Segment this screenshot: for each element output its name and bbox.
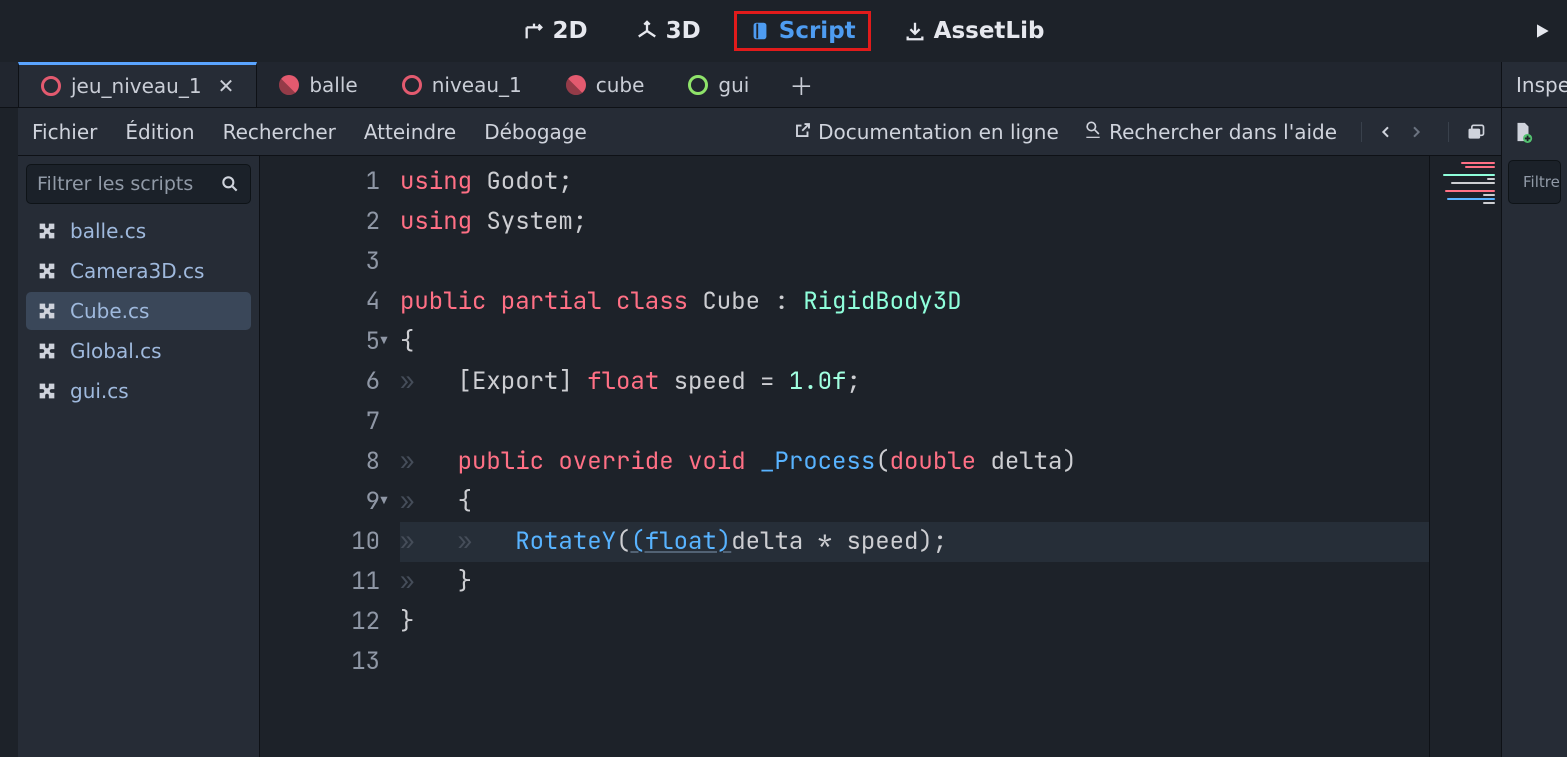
inspector-filter-placeholder: Filtre [1523, 173, 1560, 191]
workspace-assetlib-button[interactable]: AssetLib [889, 11, 1060, 51]
scene-tabstrip: jeu_niveau_1 ✕ balle niveau_1 cube gui ＋ [0, 62, 1567, 108]
inspector-tab[interactable]: Inspe [1502, 62, 1567, 108]
sphere-icon [566, 75, 586, 95]
menu-debug[interactable]: Débogage [484, 120, 587, 144]
scene-tab-label: jeu_niveau_1 [71, 74, 202, 98]
doc-search-icon [1083, 119, 1103, 139]
add-scene-tab-button[interactable]: ＋ [771, 62, 831, 107]
scene-tab-label: niveau_1 [432, 73, 522, 97]
sphere-icon [279, 75, 299, 95]
node-icon [41, 76, 61, 96]
script-list-item[interactable]: balle.cs [26, 212, 251, 250]
menu-goto[interactable]: Atteindre [364, 120, 456, 144]
window-layout-button[interactable] [1448, 122, 1487, 142]
workspace-2d-label: 2D [553, 18, 588, 44]
docs-online-button[interactable]: Documentation en ligne [794, 120, 1059, 144]
close-icon[interactable]: ✕ [218, 74, 235, 98]
arrow-right-angle-icon [523, 20, 545, 42]
script-filter-input[interactable]: Filtrer les scripts [26, 164, 251, 204]
script-filter-placeholder: Filtrer les scripts [37, 173, 193, 195]
workspace-bar: 2D 3D Script AssetLib [0, 0, 1567, 62]
code-line[interactable]: » » RotateY((float)delta * speed); [400, 522, 1429, 562]
csharp-script-icon [36, 340, 58, 362]
chevron-left-icon [1378, 122, 1394, 142]
script-list-item-label: gui.cs [70, 379, 129, 403]
script-list-item-label: balle.cs [70, 219, 146, 243]
code-line[interactable]: » } [400, 562, 1429, 602]
scene-tab-jeu-niveau-1[interactable]: jeu_niveau_1 ✕ [18, 62, 257, 107]
menu-search[interactable]: Rechercher [223, 120, 336, 144]
workspace-2d-button[interactable]: 2D [508, 11, 603, 51]
inspector-filter-input[interactable]: Filtre [1508, 160, 1561, 204]
play-button[interactable] [1523, 12, 1561, 50]
minimap[interactable] [1429, 156, 1501, 757]
script-list-item-label: Cube.cs [70, 299, 149, 323]
workspace-3d-label: 3D [666, 18, 701, 44]
code-line[interactable]: } [400, 602, 1429, 642]
file-plus-icon [1512, 119, 1534, 145]
code-line[interactable]: » [Export] float speed = 1.0f; [400, 362, 1429, 402]
script-list-item[interactable]: Global.cs [26, 332, 251, 370]
script-list-item-label: Camera3D.cs [70, 259, 204, 283]
csharp-script-icon [36, 380, 58, 402]
script-sidebar: Filtrer les scripts balle.cs Camera3D.cs C… [18, 156, 260, 757]
search-icon [220, 174, 240, 194]
script-list-item-label: Global.cs [70, 339, 162, 363]
history-forward-button[interactable] [1408, 122, 1424, 142]
code-line[interactable]: public partial class Cube : RigidBody3D [400, 282, 1429, 322]
scene-tab-cube[interactable]: cube [544, 62, 667, 107]
history-back-button[interactable] [1378, 122, 1394, 142]
search-help-label: Rechercher dans l'aide [1109, 120, 1337, 144]
play-icon [1532, 21, 1552, 41]
axes-3d-icon [636, 20, 658, 42]
download-icon [904, 20, 926, 42]
workspace-script-button[interactable]: Script [734, 11, 871, 51]
node-icon [688, 75, 708, 95]
script-menubar: Fichier Édition Rechercher Atteindre Déb… [18, 108, 1501, 156]
code-line[interactable]: » { [400, 482, 1429, 522]
code-line[interactable] [400, 402, 1429, 442]
code-editor[interactable]: 12345678910111213 ▾▾ using Godot;using S… [260, 156, 1501, 757]
scene-tab-balle[interactable]: balle [257, 62, 379, 107]
code-line[interactable]: » public override void _Process(double d… [400, 442, 1429, 482]
external-link-icon [794, 121, 812, 139]
code-line[interactable] [400, 242, 1429, 282]
script-list-item[interactable]: gui.cs [26, 372, 251, 410]
code-line[interactable]: using Godot; [400, 162, 1429, 202]
node-icon [402, 75, 422, 95]
menu-edit[interactable]: Édition [125, 120, 194, 144]
inspector-panel: Inspe Filtre [1501, 62, 1567, 757]
chevron-right-icon [1408, 122, 1424, 142]
scene-tab-label: gui [718, 73, 749, 97]
csharp-script-icon [36, 260, 58, 282]
workspace-script-label: Script [779, 18, 856, 44]
script-list-item[interactable]: Cube.cs [26, 292, 251, 330]
script-list-item[interactable]: Camera3D.cs [26, 252, 251, 290]
csharp-script-icon [36, 300, 58, 322]
new-resource-button[interactable] [1512, 119, 1534, 145]
code-line[interactable]: using System; [400, 202, 1429, 242]
stacked-windows-icon [1465, 122, 1487, 142]
menu-file[interactable]: Fichier [32, 120, 97, 144]
script-icon [749, 20, 771, 42]
scene-tab-label: cube [596, 73, 645, 97]
code-line[interactable] [400, 642, 1429, 682]
code-line[interactable]: { [400, 322, 1429, 362]
search-help-button[interactable]: Rechercher dans l'aide [1083, 119, 1337, 144]
scene-tab-label: balle [309, 73, 357, 97]
inspector-tab-label: Inspe [1516, 73, 1567, 97]
fold-column: ▾▾ [372, 162, 396, 682]
csharp-script-icon [36, 220, 58, 242]
docs-online-label: Documentation en ligne [818, 120, 1059, 144]
workspace-3d-button[interactable]: 3D [621, 11, 716, 51]
scene-tab-gui[interactable]: gui [666, 62, 771, 107]
workspace-assetlib-label: AssetLib [934, 18, 1045, 44]
scene-tab-niveau-1[interactable]: niveau_1 [380, 62, 544, 107]
